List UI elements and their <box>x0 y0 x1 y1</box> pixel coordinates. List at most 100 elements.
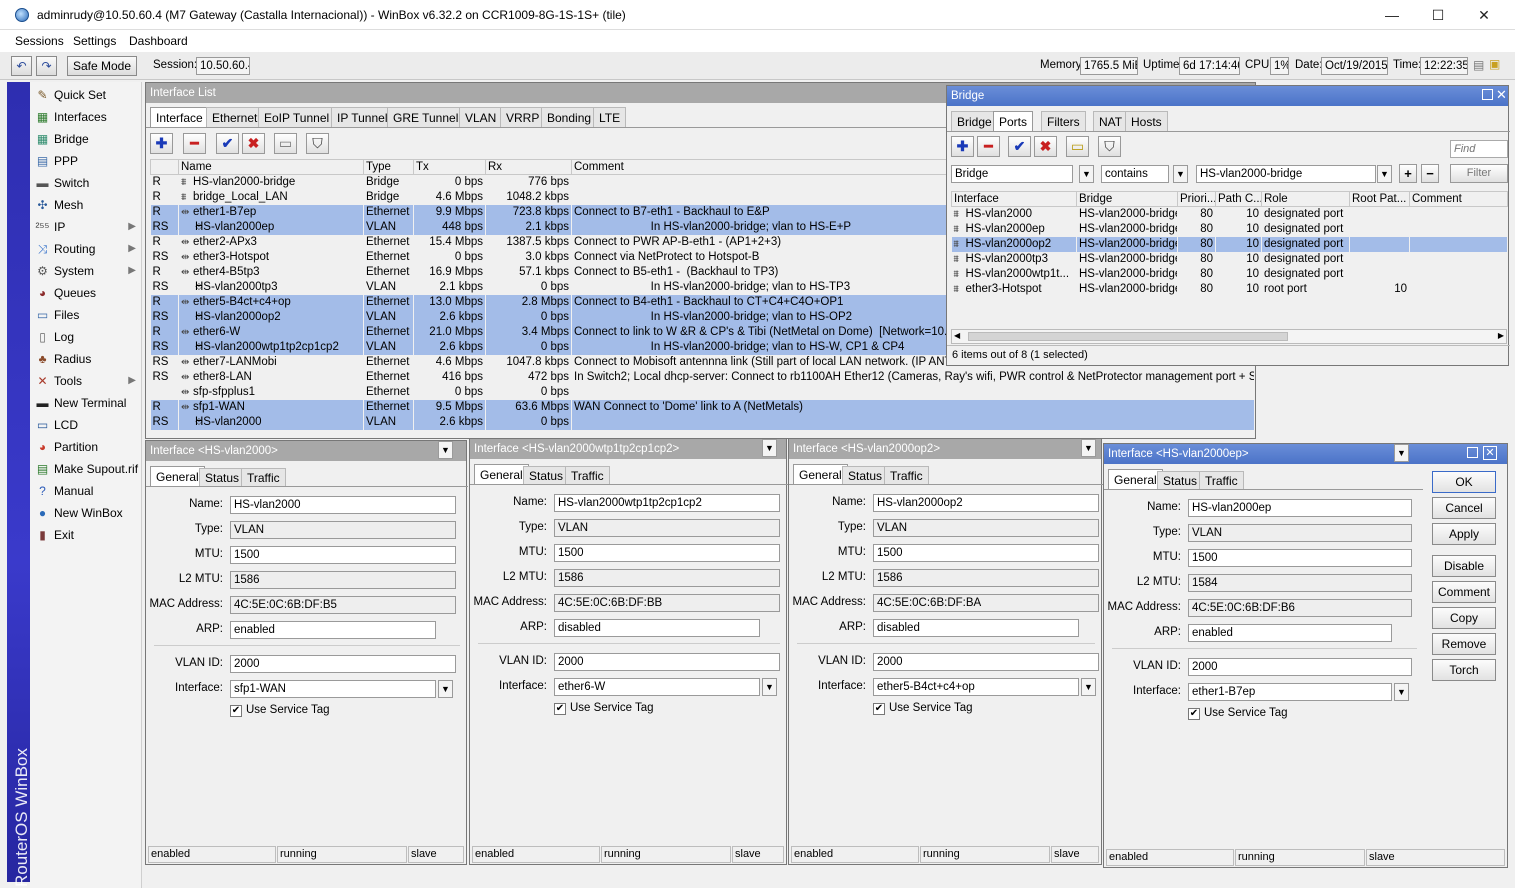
interface-tab-interface[interactable]: Interface <box>150 107 209 127</box>
interface-tab-vlan[interactable]: VLAN <box>459 107 503 127</box>
tab-general[interactable]: General <box>793 464 848 484</box>
bridge-col-4[interactable]: Role <box>1261 191 1350 207</box>
interface-tab-lte[interactable]: LTE <box>593 107 627 127</box>
name-field[interactable]: HS-vlan2000wtp1tp2cp1cp2 <box>554 494 780 512</box>
bridge-filter-field-dropdown[interactable]: ▼ <box>1079 165 1094 183</box>
vlan-id-field[interactable]: 2000 <box>554 653 780 671</box>
arp-field[interactable]: disabled <box>873 619 1079 637</box>
sidebar-item-switch[interactable]: ▬ Switch <box>32 172 140 194</box>
sidebar-item-mesh[interactable]: ✣ Mesh <box>32 194 140 216</box>
interface-tab-bonding[interactable]: Bonding <box>541 107 598 127</box>
remove-icon[interactable]: ━ <box>183 133 206 154</box>
table-row[interactable]: ⩩ HS-vlan2000wtp1t... HS-vlan2000-bridge 80… <box>952 267 1508 282</box>
minimize-button[interactable]: — <box>1369 0 1415 30</box>
tab-general[interactable]: General <box>150 466 205 486</box>
menu-sessions[interactable]: Sessions <box>15 34 64 48</box>
remove-button[interactable]: Remove <box>1432 633 1496 655</box>
filter-remove-button[interactable]: − <box>1421 164 1439 183</box>
table-row[interactable]: ⩩ ether3-Hotspot HS-vlan2000-bridge 80 10 roo… <box>952 282 1508 297</box>
comment-button[interactable]: Comment <box>1432 581 1496 603</box>
col-name[interactable]: Name <box>178 159 364 175</box>
arp-dropdown[interactable]: ▼ <box>438 441 453 459</box>
table-row[interactable]: ⩩ HS-vlan2000 HS-vlan2000-bridge 80 10 design… <box>952 207 1508 222</box>
vlan-id-field[interactable]: 2000 <box>230 655 456 673</box>
torch-button[interactable]: Torch <box>1432 659 1496 681</box>
close-button[interactable]: ✕ <box>1461 0 1507 30</box>
bridge-col-5[interactable]: Root Pat... <box>1349 191 1410 207</box>
bridge-find-input[interactable] <box>1450 140 1508 158</box>
filter-apply-button[interactable]: Filter <box>1450 164 1508 183</box>
table-row[interactable]: ⇹ sfp-sfpplus1 Ethernet 0 bps 0 bps <box>151 385 1255 400</box>
parent-interface-dropdown[interactable]: ▼ <box>438 680 453 698</box>
comment-icon[interactable]: ▭ <box>274 133 297 154</box>
safe-mode-button[interactable]: Safe Mode <box>67 56 137 76</box>
bridge-enable-icon[interactable]: ✔ <box>1008 136 1031 157</box>
parent-interface-dropdown[interactable]: ▼ <box>762 678 777 696</box>
table-row[interactable]: R ⇹ sfp1-WAN Ethernet 9.5 Mbps 63.6 Mbps WAN C… <box>150 399 1255 415</box>
bridge-remove-icon[interactable]: ━ <box>977 136 1000 157</box>
filter-icon[interactable]: ⛉ <box>306 133 329 154</box>
vlan-id-field[interactable]: 2000 <box>873 653 1099 671</box>
tab-status[interactable]: Status <box>199 468 246 486</box>
sidebar-item-ip[interactable]: ²⁵⁵ IP ▶ <box>32 216 140 238</box>
sidebar-item-make-supout-rif[interactable]: ▤ Make Supout.rif <box>32 458 140 480</box>
col-flag[interactable] <box>150 159 179 175</box>
bridge-col-1[interactable]: Bridge <box>1076 191 1178 207</box>
parent-interface-dropdown[interactable]: ▼ <box>1394 683 1409 701</box>
parent-interface-field[interactable]: ether5-B4ct+c4+op <box>873 678 1079 696</box>
filter-add-button[interactable]: + <box>1399 164 1417 183</box>
bridge-col-6[interactable]: Comment <box>1409 191 1508 207</box>
tab-status[interactable]: Status <box>523 466 570 484</box>
sidebar-item-log[interactable]: ▯ Log <box>32 326 140 348</box>
parent-interface-field[interactable]: sfp1-WAN <box>230 680 436 698</box>
tab-general[interactable]: General <box>474 464 529 484</box>
use-service-tag-checkbox[interactable]: ✔ <box>873 703 885 715</box>
sidebar-item-ppp[interactable]: ▤ PPP <box>32 150 140 172</box>
table-row[interactable]: RS ⇹ ether8-LAN Ethernet 416 bps 472 bps In Sw… <box>151 370 1255 385</box>
mtu-field[interactable]: 1500 <box>554 544 780 562</box>
col-type[interactable]: Type <box>363 159 414 175</box>
bridge-disable-icon[interactable]: ✖ <box>1034 136 1057 157</box>
apply-button[interactable]: Apply <box>1432 523 1496 545</box>
name-field[interactable]: HS-vlan2000op2 <box>873 494 1099 512</box>
parent-interface-dropdown[interactable]: ▼ <box>1081 678 1096 696</box>
ok-button[interactable]: OK <box>1432 471 1496 493</box>
sidebar-item-queues[interactable]: ◕ Queues <box>32 282 140 304</box>
bridge-scrollbar[interactable]: ◀ ▶ <box>951 329 1507 344</box>
table-row[interactable]: ⩩ HS-vlan2000tp3 HS-vlan2000-bridge 80 10 des… <box>952 252 1508 267</box>
interface-tab-ethernet[interactable]: Ethernet <box>206 107 264 127</box>
add-icon[interactable]: ✚ <box>150 133 173 154</box>
cancel-button[interactable]: Cancel <box>1432 497 1496 519</box>
interface-tab-gre-tunnel[interactable]: GRE Tunnel <box>387 107 465 127</box>
interface-tab-ip-tunnel[interactable]: IP Tunnel <box>331 107 394 127</box>
disable-icon[interactable]: ✖ <box>242 133 265 154</box>
use-service-tag-checkbox[interactable]: ✔ <box>554 703 566 715</box>
tab-traffic[interactable]: Traffic <box>565 466 610 484</box>
mtu-field[interactable]: 1500 <box>230 546 456 564</box>
bridge-filter-icon[interactable]: ⛉ <box>1098 136 1121 157</box>
sidebar-item-tools[interactable]: ✕ Tools ▶ <box>32 370 140 392</box>
tab-status[interactable]: Status <box>1157 471 1204 489</box>
bridge-comment-icon[interactable]: ▭ <box>1066 136 1089 157</box>
window-close-icon[interactable]: ✕ <box>1483 446 1497 460</box>
bridge-scroll-thumb[interactable] <box>968 332 1288 341</box>
table-row[interactable]: RS ⟐HS-vlan2000 VLAN 2.6 kbps 0 bps <box>150 414 1255 430</box>
vlan-id-field[interactable]: 2000 <box>1188 658 1412 676</box>
bridge-tab-nat[interactable]: NAT <box>1093 111 1129 131</box>
mtu-field[interactable]: 1500 <box>1188 549 1412 567</box>
sidebar-item-interfaces[interactable]: ▦ Interfaces <box>32 106 140 128</box>
tab-general[interactable]: General <box>1108 469 1163 489</box>
bridge-tab-ports[interactable]: Ports <box>993 111 1034 131</box>
sidebar-item-bridge[interactable]: ▦ Bridge <box>32 128 140 150</box>
bridge-col-0[interactable]: Interface <box>951 191 1077 207</box>
sidebar-item-exit[interactable]: ▮ Exit <box>32 524 140 546</box>
tab-status[interactable]: Status <box>842 466 889 484</box>
bridge-filter-value[interactable]: HS-vlan2000-bridge <box>1196 165 1376 183</box>
sidebar-item-system[interactable]: ⚙ System ▶ <box>32 260 140 282</box>
bridge-tab-filters[interactable]: Filters <box>1041 111 1086 131</box>
sidebar-item-manual[interactable]: ? Manual <box>32 480 140 502</box>
tab-traffic[interactable]: Traffic <box>1199 471 1244 489</box>
interface-tab-vrrp[interactable]: VRRP <box>500 107 546 127</box>
tab-traffic[interactable]: Traffic <box>884 466 929 484</box>
bridge-tab-bridge[interactable]: Bridge <box>951 111 998 131</box>
